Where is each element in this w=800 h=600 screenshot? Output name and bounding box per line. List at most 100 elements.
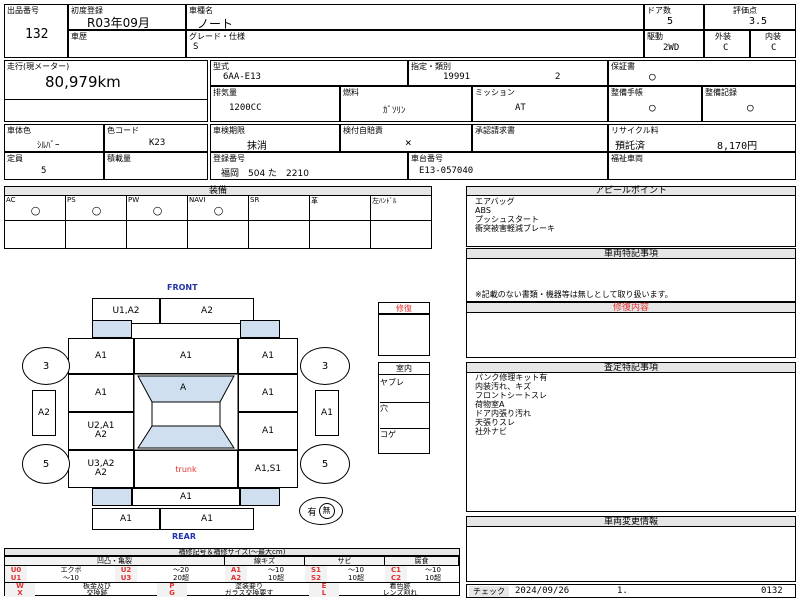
displacement-value: 1200CC	[229, 103, 262, 113]
equipment-header: SR	[250, 196, 260, 204]
legend-table: 凹凸・亀裂 線キズ サビ 腐食 U0 エクボ U2 ～20 A1 ～10 S1 ～10 C1 ～10 U1 ～…	[4, 556, 460, 597]
equipment-grid: AC ○ PS ○ PW ○ NAVI ○ SR 革 左ﾊﾝﾄﾞﾙ	[4, 195, 432, 249]
fuel-value: ｶﾞｿﾘﾝ	[383, 106, 406, 116]
inspector-box: パンク修理キット有 内装汚れ、キズ フロントシートスレ 荷物室A ドア内張り汚れ…	[466, 372, 796, 512]
reg-no-label: 登録番号	[213, 154, 245, 163]
windshield-label: A	[180, 383, 187, 393]
legend-code: S2	[305, 574, 327, 582]
inspector-lines: パンク修理キット有 内装汚れ、キズ フロントシートスレ 荷物室A ドア内張り汚れ…	[475, 373, 547, 436]
wheel-fl: 3	[22, 347, 70, 385]
inspector-line: 内装汚れ、キズ	[475, 382, 532, 391]
equipment-cell: PS ○	[66, 196, 127, 248]
recycle-status: 預託済	[615, 141, 645, 152]
displacement-cell: 排気量 1200CC	[210, 86, 340, 122]
chassis-no-label: 車台番号	[411, 154, 443, 163]
score-cell: 評価点 3.5	[704, 4, 796, 30]
equipment-cell: PW ○	[127, 196, 188, 248]
designation-value2: 2	[555, 72, 561, 82]
legend-text: 10超	[425, 574, 441, 582]
grade-cell: グレード・仕様 S	[186, 30, 644, 58]
history-label: 車歴	[71, 32, 87, 41]
trunk-label: trunk	[175, 464, 197, 474]
model-label: 型式	[213, 62, 229, 71]
inspection-label: 車検期限	[213, 126, 245, 135]
car-name-cell: 車種名 ノート	[186, 4, 644, 31]
first-reg-value: R03年09月	[87, 16, 150, 30]
doors-value: 5	[667, 16, 674, 27]
special-text: ※記載のない書類・機器等は無しとして取り扱います。	[475, 290, 673, 299]
welfare-label: 福祉車両	[611, 154, 643, 163]
panel-door-fl: A1	[68, 374, 134, 412]
panel-corner-fl	[92, 320, 132, 338]
panel-door-fr: A1	[238, 374, 298, 412]
inspection-value: 抹消	[247, 141, 267, 152]
panel-fender-fl: A1	[68, 338, 134, 374]
manual-label: 整備手帳	[611, 88, 643, 97]
appeal-line: プッシュスタート	[475, 215, 539, 224]
self-inspection-value: ×	[405, 136, 412, 149]
panel-fender-fr: A1	[238, 338, 298, 374]
model-cell: 型式 6AA-E13	[210, 60, 408, 86]
grade-value: S	[193, 42, 199, 52]
legend-code: U1	[5, 574, 27, 582]
panel-bumper-rear-left: A1	[92, 508, 160, 530]
mileage-label: 走行(現メーター)	[7, 62, 70, 71]
interior-label: 内装	[765, 32, 781, 41]
recycle-label: リサイクル料	[611, 126, 659, 135]
reg-no-value: 福岡 504 た 2210	[221, 169, 309, 179]
equipment-cell: SR	[249, 196, 310, 248]
panel-trunk: trunk	[134, 450, 238, 488]
equipment-cell: 革	[310, 196, 371, 248]
repair-history-box	[466, 312, 796, 358]
designation-label: 指定・類別	[411, 62, 451, 71]
spare-tire: 有 無	[299, 497, 343, 525]
legend-text: 交換跡	[86, 589, 108, 597]
chassis-no-value: E13-057040	[419, 166, 474, 176]
designation-cell: 指定・類別 19991 2	[408, 60, 608, 86]
inspector-line: 天張りスレ	[475, 418, 515, 427]
panel-bumper-rear-right: A1	[160, 508, 254, 530]
manual-cell: 整備手帳 ○	[608, 86, 702, 122]
drive-label: 駆動	[647, 32, 663, 41]
score-value: 3.5	[749, 16, 768, 27]
spare-tire-label: 有	[307, 507, 317, 518]
equipment-value: ○	[152, 204, 163, 217]
fuel-cell: 燃料 ｶﾞｿﾘﾝ	[340, 86, 472, 122]
mission-label: ミッション	[475, 88, 515, 97]
inspector-line: 荷物室A	[475, 400, 505, 409]
legend-code: U0	[5, 566, 27, 574]
mileage-cell: 走行(現メーター) 80,979km	[4, 60, 208, 122]
inspector-line: 社外ナビ	[475, 427, 507, 436]
drive-value: 2WD	[663, 43, 680, 53]
color-code-label: 色コード	[107, 126, 139, 135]
equipment-header: 革	[311, 197, 318, 205]
legend-divider	[5, 582, 459, 583]
first-reg-cell: 初度登録 R03年09月	[68, 4, 186, 30]
fuel-label: 燃料	[343, 88, 359, 97]
interior-item: コゲ	[380, 430, 396, 439]
chassis-no-cell: 車台番号 E13-057040	[408, 152, 608, 180]
legend-col-header: 線キズ	[225, 557, 305, 566]
diagram-front-label: FRONT	[167, 283, 198, 292]
appeal-line: エアバッグ	[475, 197, 515, 206]
mission-cell: ミッション AT	[472, 86, 608, 122]
drive-cell: 駆動 2WD	[644, 30, 704, 58]
legend-code: L	[309, 590, 339, 597]
warranty-cell: 保証書 ○	[608, 60, 796, 86]
wheel-rr: 5	[300, 444, 350, 484]
legend-text: 10超	[268, 574, 284, 582]
diagram-rear-label: REAR	[172, 532, 196, 541]
model-value: 6AA-E13	[223, 72, 261, 82]
panel-door-rr: A1	[238, 412, 298, 450]
maint-record-label: 整備記録	[705, 88, 737, 97]
mileage-divider	[5, 99, 207, 100]
legend-code: U2	[115, 566, 137, 574]
history-cell: 車歴	[68, 30, 186, 58]
legend-col-header: 腐食	[385, 557, 459, 566]
panel-qtr-rl: U3,A2 A2	[68, 450, 134, 488]
panel-corner-rl	[92, 488, 132, 506]
displacement-label: 排気量	[213, 88, 237, 97]
legend-col-header: 凹凸・亀裂	[5, 557, 225, 566]
load-cell: 積載量	[104, 152, 208, 180]
legend-title: 補修記号＆補修サイズ(～最大cm)	[4, 548, 460, 556]
